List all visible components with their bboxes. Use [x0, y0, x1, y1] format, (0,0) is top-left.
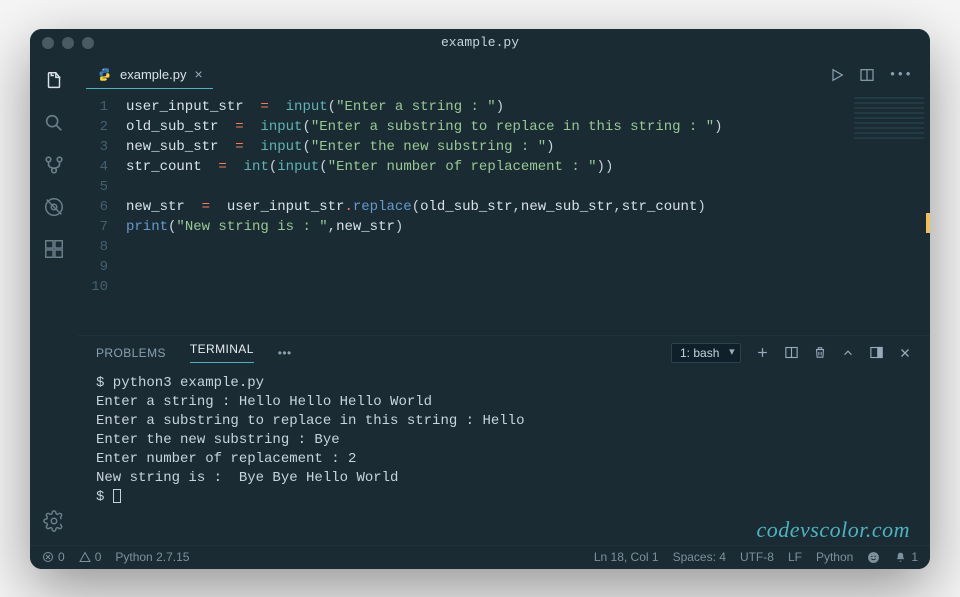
status-warnings[interactable]: 0 [79, 550, 102, 564]
more-actions-icon[interactable]: ••• [889, 67, 912, 82]
tab-example-py[interactable]: example.py × [86, 60, 213, 89]
panel-tab-terminal[interactable]: TERMINAL [190, 342, 254, 363]
tab-close-icon[interactable]: × [194, 66, 202, 82]
settings-gear-icon[interactable] [38, 505, 70, 537]
terminal-selector[interactable]: 1: bash [671, 343, 741, 363]
run-icon[interactable] [829, 67, 845, 83]
panel-more-icon[interactable]: ••• [278, 346, 292, 360]
window-title: example.py [30, 35, 930, 50]
split-editor-icon[interactable] [859, 67, 875, 83]
scroll-decoration [926, 213, 930, 233]
terminal-output[interactable]: $ python3 example.py Enter a string : He… [78, 370, 930, 545]
close-panel-icon[interactable] [898, 346, 912, 360]
line-numbers: 12345678910 [78, 97, 126, 335]
code-content: user_input_str = input("Enter a string :… [126, 97, 930, 335]
bottom-panel: PROBLEMS TERMINAL ••• 1: bash [78, 335, 930, 545]
maximize-window-icon[interactable] [82, 37, 94, 49]
status-feedback-icon[interactable] [867, 551, 880, 564]
status-notifications[interactable]: 1 [894, 550, 918, 564]
status-python-version[interactable]: Python 2.7.15 [115, 550, 189, 564]
editor-region: example.py × ••• 12345678910 user_input_… [78, 57, 930, 545]
split-terminal-icon[interactable] [784, 345, 799, 360]
minimize-window-icon[interactable] [62, 37, 74, 49]
editor-actions: ••• [829, 67, 922, 83]
editor-tabs: example.py × ••• [78, 57, 930, 93]
maximize-panel-icon[interactable] [841, 346, 855, 360]
editor-window: example.py [30, 29, 930, 569]
status-errors[interactable]: 0 [42, 550, 65, 564]
titlebar: example.py [30, 29, 930, 57]
window-controls [42, 37, 94, 49]
status-cursor-position[interactable]: Ln 18, Col 1 [594, 550, 659, 564]
search-icon[interactable] [38, 107, 70, 139]
status-language[interactable]: Python [816, 550, 853, 564]
tab-filename: example.py [120, 67, 186, 82]
extensions-icon[interactable] [38, 233, 70, 265]
main-area: example.py × ••• 12345678910 user_input_… [30, 57, 930, 545]
toggle-panel-icon[interactable] [869, 345, 884, 360]
close-window-icon[interactable] [42, 37, 54, 49]
python-file-icon [96, 66, 112, 82]
new-terminal-icon[interactable] [755, 345, 770, 360]
debug-icon[interactable] [38, 191, 70, 223]
status-bar: 0 0 Python 2.7.15 Ln 18, Col 1 Spaces: 4… [30, 545, 930, 569]
explorer-icon[interactable] [38, 65, 70, 97]
code-editor[interactable]: 12345678910 user_input_str = input("Ente… [78, 93, 930, 335]
status-eol[interactable]: LF [788, 550, 802, 564]
status-encoding[interactable]: UTF-8 [740, 550, 774, 564]
status-indentation[interactable]: Spaces: 4 [673, 550, 726, 564]
panel-tab-problems[interactable]: PROBLEMS [96, 346, 166, 360]
source-control-icon[interactable] [38, 149, 70, 181]
kill-terminal-icon[interactable] [813, 345, 827, 360]
panel-tabs: PROBLEMS TERMINAL ••• 1: bash [78, 336, 930, 370]
activity-bar [30, 57, 78, 545]
